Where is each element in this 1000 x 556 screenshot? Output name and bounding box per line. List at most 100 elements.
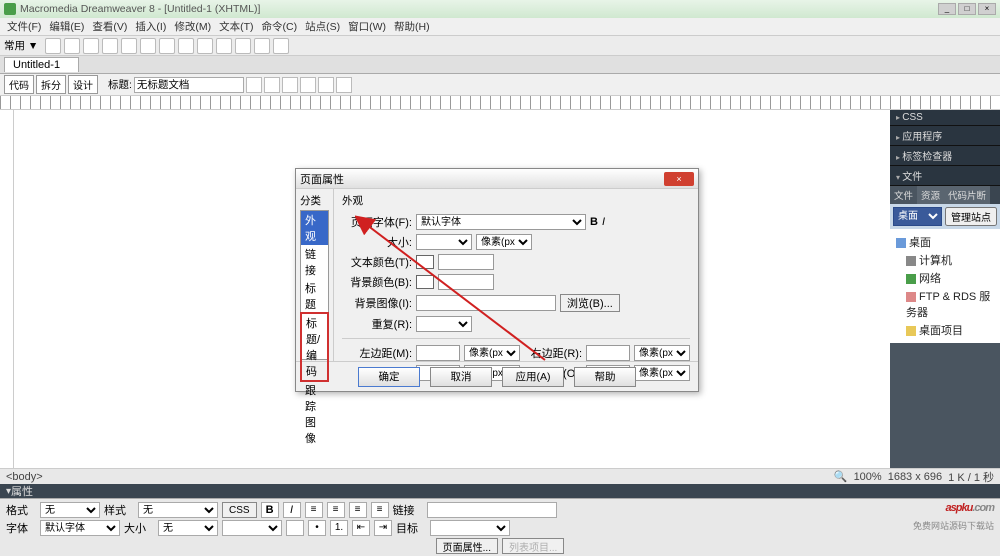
toolbar-group-label[interactable]: 常用 ▼ [4, 38, 38, 53]
validate-icon[interactable] [246, 77, 262, 93]
menu-commands[interactable]: 命令(C) [259, 19, 301, 34]
margin-left-input[interactable] [416, 345, 460, 361]
tag-chooser-icon[interactable] [273, 38, 289, 54]
ok-button[interactable]: 确定 [358, 367, 420, 387]
view-split-button[interactable]: 拆分 [36, 75, 66, 94]
list-ol-button[interactable]: 1. [330, 520, 348, 536]
bg-color-swatch[interactable] [416, 275, 434, 289]
list-ul-button[interactable]: • [308, 520, 326, 536]
site-select[interactable]: 桌面 [893, 207, 942, 226]
margin-bottom-unit[interactable]: 像素(px) [634, 365, 690, 381]
category-links[interactable]: 链接 [301, 245, 328, 279]
target-select[interactable] [430, 520, 510, 536]
font-size-unit-select[interactable]: 像素(px) [476, 234, 532, 250]
window-size[interactable]: 1683 x 696 [888, 471, 942, 483]
category-title-encoding[interactable]: 标题/编码 [300, 312, 329, 382]
menu-window[interactable]: 窗口(W) [345, 19, 389, 34]
file-tab-files[interactable]: 文件 [890, 186, 917, 204]
zoom-tool-icon[interactable]: 🔍 [834, 470, 848, 483]
view-code-button[interactable]: 代码 [4, 75, 34, 94]
file-mgmt-icon[interactable] [264, 77, 280, 93]
menu-file[interactable]: 文件(F) [4, 19, 44, 34]
font-bold-button[interactable]: B [590, 216, 598, 228]
anchor-icon[interactable] [83, 38, 99, 54]
font-italic-button[interactable]: I [602, 216, 605, 228]
align-left-button[interactable]: ≡ [305, 502, 323, 518]
panel-tag-inspector[interactable]: 标签检查器 [890, 146, 1000, 166]
zoom-level[interactable]: 100% [854, 471, 882, 483]
category-headings[interactable]: 标题 [301, 279, 328, 313]
file-tree[interactable]: 桌面 计算机 网络 FTP & RDS 服务器 桌面项目 [890, 229, 1000, 343]
font-select[interactable]: 默认字体 [40, 520, 120, 536]
comment-icon[interactable] [197, 38, 213, 54]
bold-button[interactable]: B [261, 502, 279, 518]
view-design-button[interactable]: 设计 [68, 75, 98, 94]
bg-color-input[interactable] [438, 274, 494, 290]
category-tracing-image[interactable]: 跟踪图像 [301, 381, 328, 447]
panel-files[interactable]: 文件 [890, 166, 1000, 186]
align-justify-button[interactable]: ≡ [371, 502, 389, 518]
menu-insert[interactable]: 插入(I) [132, 19, 169, 34]
help-button[interactable]: 帮助 [574, 367, 636, 387]
text-color-swatch[interactable] [416, 255, 434, 269]
menu-help[interactable]: 帮助(H) [391, 19, 433, 34]
style-select[interactable]: 无 [138, 502, 218, 518]
templates-icon[interactable] [254, 38, 270, 54]
table-icon[interactable] [102, 38, 118, 54]
format-select[interactable]: 无 [40, 502, 100, 518]
tag-selector[interactable]: <body> [6, 471, 43, 483]
hyperlink-icon[interactable] [45, 38, 61, 54]
file-tab-assets[interactable]: 资源 [917, 186, 944, 204]
visual-aids-icon[interactable] [336, 77, 352, 93]
image-icon[interactable] [121, 38, 137, 54]
size-select[interactable]: 无 [158, 520, 218, 536]
refresh-icon[interactable] [300, 77, 316, 93]
head-icon[interactable] [216, 38, 232, 54]
dialog-close-button[interactable]: × [664, 172, 694, 186]
email-link-icon[interactable] [64, 38, 80, 54]
panel-css[interactable]: CSS [890, 110, 1000, 126]
apply-button[interactable]: 应用(A) [502, 367, 564, 387]
manage-sites-button[interactable]: 管理站点 [945, 207, 997, 226]
browse-button[interactable]: 浏览(B)... [560, 294, 620, 312]
link-input[interactable] [427, 502, 557, 518]
repeat-select[interactable] [416, 316, 472, 332]
page-title-input[interactable] [134, 77, 244, 93]
outdent-button[interactable]: ⇤ [352, 520, 370, 536]
properties-panel-header[interactable]: ▾ 属性 [0, 484, 1000, 498]
menu-site[interactable]: 站点(S) [302, 19, 343, 34]
page-properties-button[interactable]: 页面属性... [436, 538, 498, 554]
align-right-button[interactable]: ≡ [349, 502, 367, 518]
menu-modify[interactable]: 修改(M) [171, 19, 214, 34]
maximize-button[interactable]: □ [958, 3, 976, 15]
indent-button[interactable]: ⇥ [374, 520, 392, 536]
text-color-input[interactable] [438, 254, 494, 270]
margin-left-unit[interactable]: 像素(px) [464, 345, 520, 361]
page-font-select[interactable]: 默认字体 [416, 214, 586, 230]
italic-button[interactable]: I [283, 502, 301, 518]
size-unit-select[interactable] [222, 520, 282, 536]
preview-icon[interactable] [282, 77, 298, 93]
category-list[interactable]: 外观 链接 标题 标题/编码 跟踪图像 [300, 210, 329, 360]
bg-image-input[interactable] [416, 295, 556, 311]
view-options-icon[interactable] [318, 77, 334, 93]
dialog-titlebar[interactable]: 页面属性 × [296, 169, 698, 189]
script-icon[interactable] [235, 38, 251, 54]
menu-view[interactable]: 查看(V) [89, 19, 130, 34]
file-tab-snippets[interactable]: 代码片断 [944, 186, 990, 204]
document-tab[interactable]: Untitled-1 [4, 57, 79, 72]
margin-right-unit[interactable]: 像素(px) [634, 345, 690, 361]
close-button[interactable]: × [978, 3, 996, 15]
margin-right-input[interactable] [586, 345, 630, 361]
server-include-icon[interactable] [178, 38, 194, 54]
category-appearance[interactable]: 外观 [301, 211, 328, 245]
media-icon[interactable] [140, 38, 156, 54]
panel-application[interactable]: 应用程序 [890, 126, 1000, 146]
menu-text[interactable]: 文本(T) [216, 19, 256, 34]
align-center-button[interactable]: ≡ [327, 502, 345, 518]
date-icon[interactable] [159, 38, 175, 54]
menu-edit[interactable]: 编辑(E) [46, 19, 87, 34]
font-size-select[interactable] [416, 234, 472, 250]
minimize-button[interactable]: _ [938, 3, 956, 15]
cancel-button[interactable]: 取消 [430, 367, 492, 387]
